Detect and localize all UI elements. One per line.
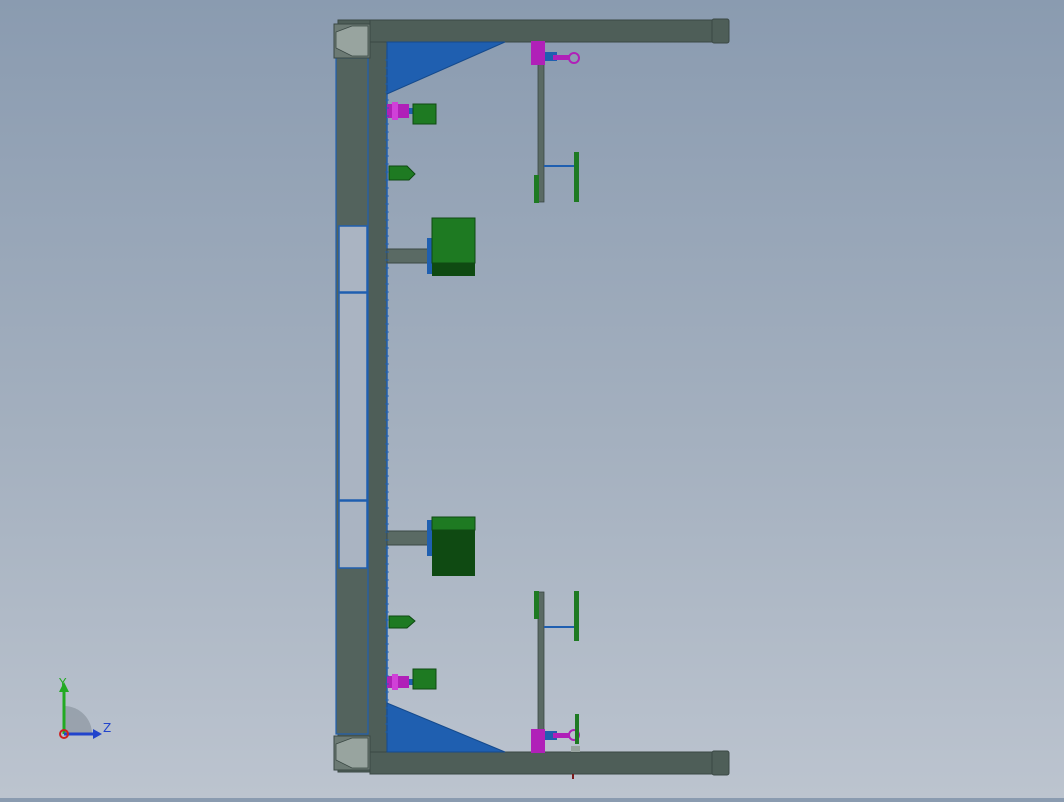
upper-locator-block <box>388 165 416 181</box>
lower-hanging-post <box>531 591 580 779</box>
coordinate-triad: Y Z <box>58 676 111 739</box>
triad-quadrant-shade <box>64 706 92 734</box>
top-gusset <box>386 41 506 95</box>
lower-support-block <box>386 516 476 576</box>
bottom-horizontal-beam <box>369 751 716 775</box>
lower-locator-block <box>388 615 416 629</box>
bottom-gusset <box>386 702 506 753</box>
top-corner-bracket <box>333 23 371 59</box>
upper-clamp-assembly <box>387 102 437 125</box>
y-axis-label: Y <box>58 676 67 690</box>
top-horizontal-beam <box>369 19 716 43</box>
plate-window-upper <box>338 225 368 293</box>
upper-hanging-post <box>531 41 580 203</box>
upper-support-block <box>386 217 476 276</box>
cad-viewport[interactable]: Y Z <box>0 0 1064 798</box>
bottom-beam-end-cap <box>711 750 730 776</box>
plate-window-lower <box>338 500 368 569</box>
plate-window-middle <box>338 292 368 501</box>
top-beam-end-cap <box>711 18 730 44</box>
lower-clamp-assembly <box>387 668 437 690</box>
z-axis-label: Z <box>103 721 111 735</box>
z-axis-arrowhead <box>93 729 102 739</box>
bottom-corner-bracket <box>333 735 371 771</box>
fixture-model <box>333 18 730 779</box>
